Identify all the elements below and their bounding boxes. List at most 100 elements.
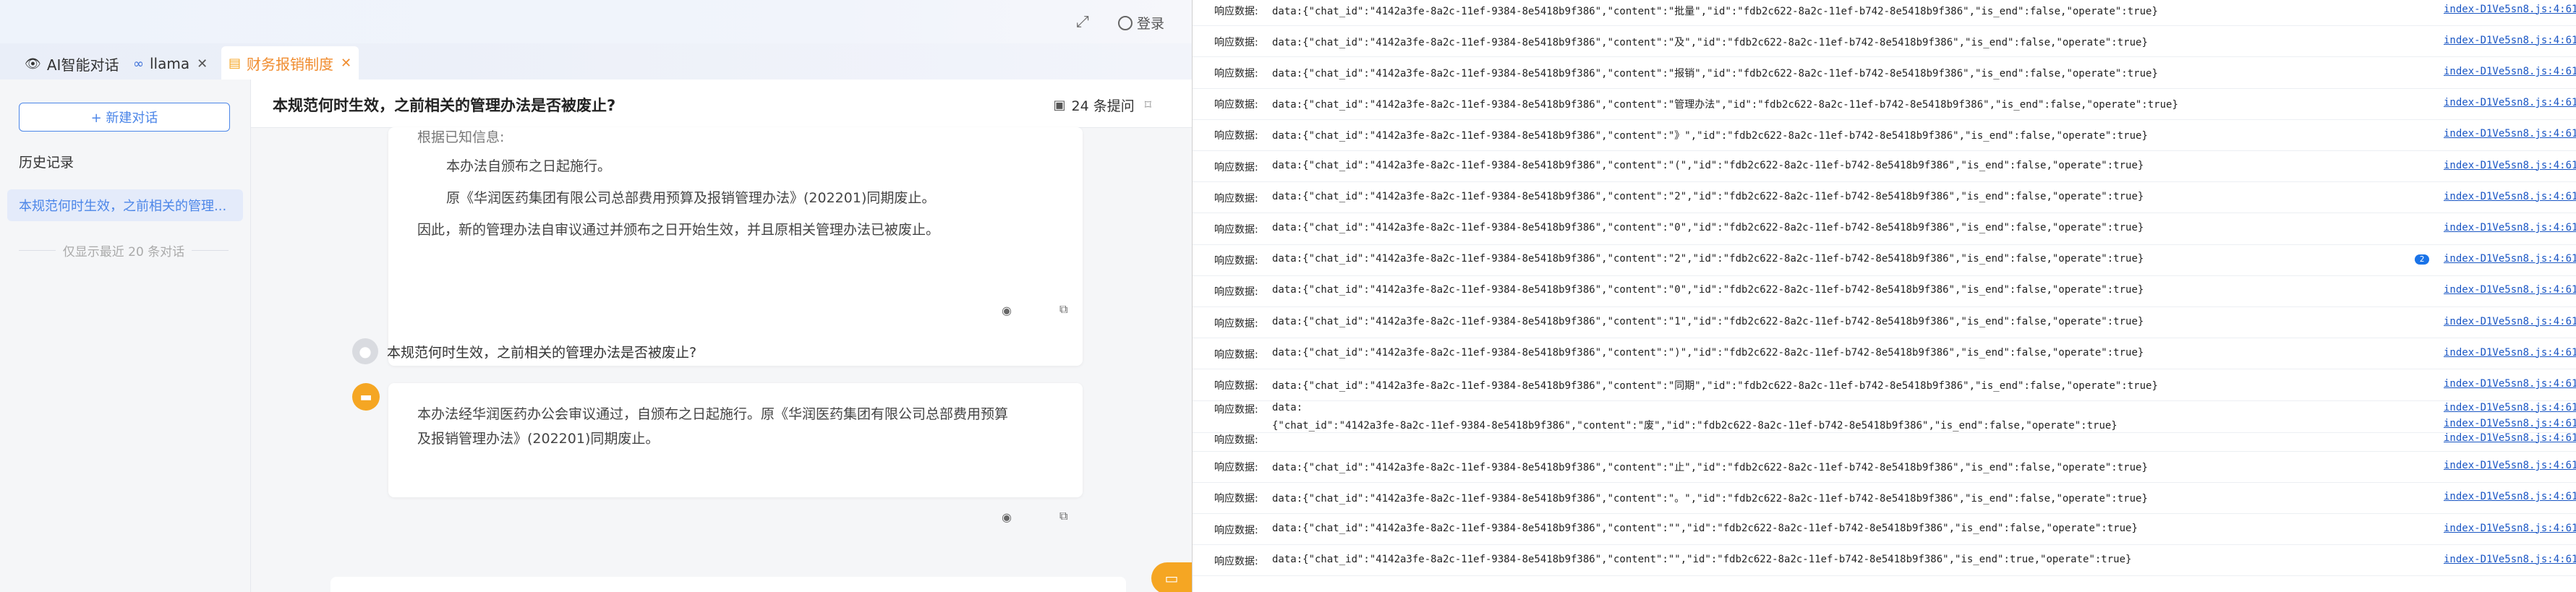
copy-icon[interactable]: ⧉: [1059, 509, 1067, 523]
tab-llama[interactable]: ∞ llama ✕: [133, 51, 208, 77]
console-source-link[interactable]: index-D1Ve5sn8.js:4:610: [2444, 222, 2576, 233]
console-row-label: 响应数据:: [1214, 36, 1258, 48]
console-row-text: data:{"chat_id":"4142a3fe-8a2c-11ef-9384…: [1272, 315, 2144, 327]
tab-ai-chat[interactable]: 👁 AI智能对话: [25, 51, 119, 77]
console-source-link[interactable]: index-D1Ve5sn8.js:4:610: [2444, 378, 2576, 390]
doc-icon: ▤: [229, 55, 242, 71]
console-row-text: data:{"chat_id":"4142a3fe-8a2c-11ef-9384…: [1272, 253, 2144, 265]
console-row-label: 响应数据:: [1214, 223, 1258, 236]
console-row: 响应数据: data:{"chat_id":"4142a3fe-8a2c-11ef…: [1193, 88, 2576, 120]
bookmark-icon[interactable]: ⌑: [1145, 98, 1151, 113]
close-icon[interactable]: ✕: [341, 56, 351, 71]
console-source-link[interactable]: index-D1Ve5sn8.js:4:610: [2444, 66, 2576, 77]
console-source-link[interactable]: index-D1Ve5sn8.js:4:610: [2444, 432, 2576, 444]
console-row-label: 响应数据:: [1214, 161, 1258, 173]
sidebar: + 新建对话 历史记录 本规范何时生效，之前相关的管理... 仅显示最近 20 …: [0, 80, 251, 592]
console-source-link[interactable]: index-D1Ve5sn8.js:4:610: [2444, 128, 2576, 140]
console-source-link[interactable]: index-D1Ve5sn8.js:4:610: [2444, 418, 2576, 429]
tab-bar: 👁 AI智能对话 ∞ llama ✕ ▤ 财务报销制度 ✕: [0, 43, 1192, 80]
console-row-label: 响应数据:: [1214, 99, 1258, 111]
chat-input[interactable]: [330, 577, 1126, 592]
chat-app: ⤢ 登录 👁 AI智能对话 ∞ llama ✕ ▤ 财务报销制度 ✕ + 新建对…: [0, 0, 1192, 592]
console-row-label: 响应数据:: [1214, 130, 1258, 142]
login-label: 登录: [1137, 16, 1165, 32]
console-row: 响应数据: data:{"chat_id":"4142a3fe-8a2c-11ef…: [1193, 0, 2576, 27]
bot-avatar: ▬: [352, 383, 380, 411]
console-source-link[interactable]: index-D1Ve5sn8.js:4:610: [2444, 191, 2576, 202]
console-source-link[interactable]: index-D1Ve5sn8.js:4:610: [2444, 253, 2576, 265]
question-count[interactable]: ▣ 24 条提问 ⌑: [1054, 95, 1151, 115]
console-row-text: data:{"chat_id":"4142a3fe-8a2c-11ef-9384…: [1272, 493, 2148, 505]
console-source-link[interactable]: index-D1Ve5sn8.js:4:610: [2444, 402, 2576, 413]
answer-card-2: 本办法经华润医药办公会审议通过，自颁布之日起施行。原《华润医药集团有限公司总部费…: [388, 383, 1083, 497]
thumbs-icon[interactable]: ◉: [1002, 304, 1012, 317]
close-icon[interactable]: ✕: [197, 56, 208, 72]
fullscreen-icon[interactable]: ⤢: [1076, 13, 1089, 31]
console-source-link[interactable]: index-D1Ve5sn8.js:4:610: [2444, 4, 2576, 15]
console-row-text: data:{"chat_id":"4142a3fe-8a2c-11ef-9384…: [1272, 67, 2158, 80]
chat-main: 本规范何时生效，之前相关的管理办法是否被废止? ▣ 24 条提问 ⌑ 根据已知信…: [251, 80, 1192, 592]
repeat-count-badge: 2: [2415, 254, 2429, 265]
console-row: 响应数据: data:{"chat_id":"4142a3fe-8a2c-11ef…: [1193, 451, 2576, 483]
copy-icon[interactable]: ⧉: [1059, 302, 1067, 317]
console-row-text: data:{"chat_id":"4142a3fe-8a2c-11ef-9384…: [1272, 99, 2178, 111]
console-row: 响应数据:data:{"chat_id":"4142a3fe-8a2c-11ef…: [1193, 119, 2576, 151]
console-row-text: data:{"chat_id":"4142a3fe-8a2c-11ef-9384…: [1272, 553, 2132, 565]
console-row-text: data:{"chat_id":"4142a3fe-8a2c-11ef-9384…: [1272, 346, 2144, 359]
console-row: 响应数据: data:{"chat_id":"4142a3fe-8a2c-11ef…: [1193, 244, 2576, 276]
console-row-label: 响应数据:: [1214, 286, 1258, 299]
console-source-link[interactable]: index-D1Ve5sn8.js:4:610: [2444, 554, 2576, 565]
console-source-link[interactable]: index-D1Ve5sn8.js:4:610: [2444, 35, 2576, 46]
console-row: 响应数据: data:{"chat_id":"4142a3fe-8a2c-11ef…: [1193, 306, 2576, 339]
tab-label: 财务报销制度: [247, 55, 334, 73]
console-source-link[interactable]: index-D1Ve5sn8.js:4:610: [2444, 97, 2576, 108]
console-row-text: data:{"chat_id":"4142a3fe-8a2c-11ef-9384…: [1272, 522, 2138, 534]
console-row-text: data:{"chat_id":"4142a3fe-8a2c-11ef-9384…: [1272, 159, 2144, 171]
console-row: 响应数据: data:{"chat_id":"4142a3fe-8a2c-11ef…: [1193, 213, 2576, 245]
console-row-label: 响应数据:: [1214, 255, 1258, 267]
console-source-link[interactable]: index-D1Ve5sn8.js:4:610: [2444, 523, 2576, 534]
thumbs-icon[interactable]: ◉: [1002, 510, 1012, 524]
console-source-link[interactable]: index-D1Ve5sn8.js:4:610: [2444, 491, 2576, 502]
chat-float-button[interactable]: ▭: [1151, 562, 1192, 592]
avatar: ●: [352, 338, 378, 364]
console-row: 响应数据:data:{"chat_id":"4142a3fe-8a2c-11ef…: [1193, 400, 2576, 433]
console-row-text: data:{"chat_id":"4142a3fe-8a2c-11ef-9384…: [1272, 36, 2148, 48]
user-icon: [1118, 15, 1133, 30]
console-row: 响应数据:data:{"chat_id":"4142a3fe-8a2c-11ef…: [1193, 181, 2576, 214]
console-row-text: data:{"chat_id":"4142a3fe-8a2c-11ef-9384…: [1272, 462, 2148, 474]
console-row-text: data:{"chat_id":"4142a3fe-8a2c-11ef-9384…: [1272, 221, 2144, 233]
login-button[interactable]: 登录: [1118, 13, 1164, 33]
new-chat-button[interactable]: + 新建对话: [19, 103, 230, 132]
console-row-label: 响应数据:: [1214, 434, 1258, 446]
history-item[interactable]: 本规范何时生效，之前相关的管理...: [7, 189, 243, 221]
console-source-link[interactable]: index-D1Ve5sn8.js:4:610: [2444, 460, 2576, 471]
chat-bubble-icon: ▣: [1053, 98, 1066, 113]
console-row-label: 响应数据:: [1214, 5, 1258, 17]
answer-text: 因此，新的管理办法自审议通过并颁布之日开始生效，并且原相关管理办法已被废止。: [417, 222, 940, 238]
console-row: 响应数据:data:{"chat_id":"4142a3fe-8a2c-11ef…: [1193, 338, 2576, 370]
console-row-text: data:{"chat_id":"4142a3fe-8a2c-11ef-9384…: [1272, 284, 2144, 296]
console-row-text: data:{"chat_id":"4142a3fe-8a2c-11ef-9384…: [1272, 5, 2158, 17]
console-row-label: 响应数据:: [1214, 67, 1258, 80]
console-row-label: 响应数据:: [1214, 403, 1258, 416]
question-text: 本规范何时生效，之前相关的管理办法是否被废止?: [387, 344, 697, 361]
console-source-link[interactable]: index-D1Ve5sn8.js:4:610: [2444, 284, 2576, 296]
tab-finance[interactable]: ▤ 财务报销制度 ✕: [221, 46, 359, 80]
console-row-label: 响应数据:: [1214, 192, 1258, 205]
console-row-label: 响应数据:: [1214, 462, 1258, 474]
tab-label: AI智能对话: [46, 56, 119, 74]
console-row-label: 响应数据:: [1214, 317, 1258, 330]
console-row: 响应数据:data:{"chat_id":"4142a3fe-8a2c-11ef…: [1193, 369, 2576, 401]
console-source-link[interactable]: index-D1Ve5sn8.js:4:610: [2444, 160, 2576, 171]
console-source-link[interactable]: index-D1Ve5sn8.js:4:610: [2444, 347, 2576, 359]
history-title: 历史记录: [19, 155, 74, 171]
console-row: 响应数据:data:{"chat_id":"4142a3fe-8a2c-11ef…: [1193, 482, 2576, 514]
answer-text: 及报销管理办法》(202201)同期废止。: [417, 431, 660, 447]
console-row-label: 响应数据:: [1214, 524, 1258, 536]
history-footer: 仅显示最近 20 条对话: [19, 241, 229, 259]
console-row: 响应数据: index-D1Ve5sn8.js:4:610: [1193, 432, 2576, 452]
console-row-label: 响应数据:: [1214, 555, 1258, 567]
console-source-link[interactable]: index-D1Ve5sn8.js:4:610: [2444, 316, 2576, 327]
devtools-console: 响应数据: data:{"chat_id":"4142a3fe-8a2c-11ef…: [1192, 0, 2576, 592]
